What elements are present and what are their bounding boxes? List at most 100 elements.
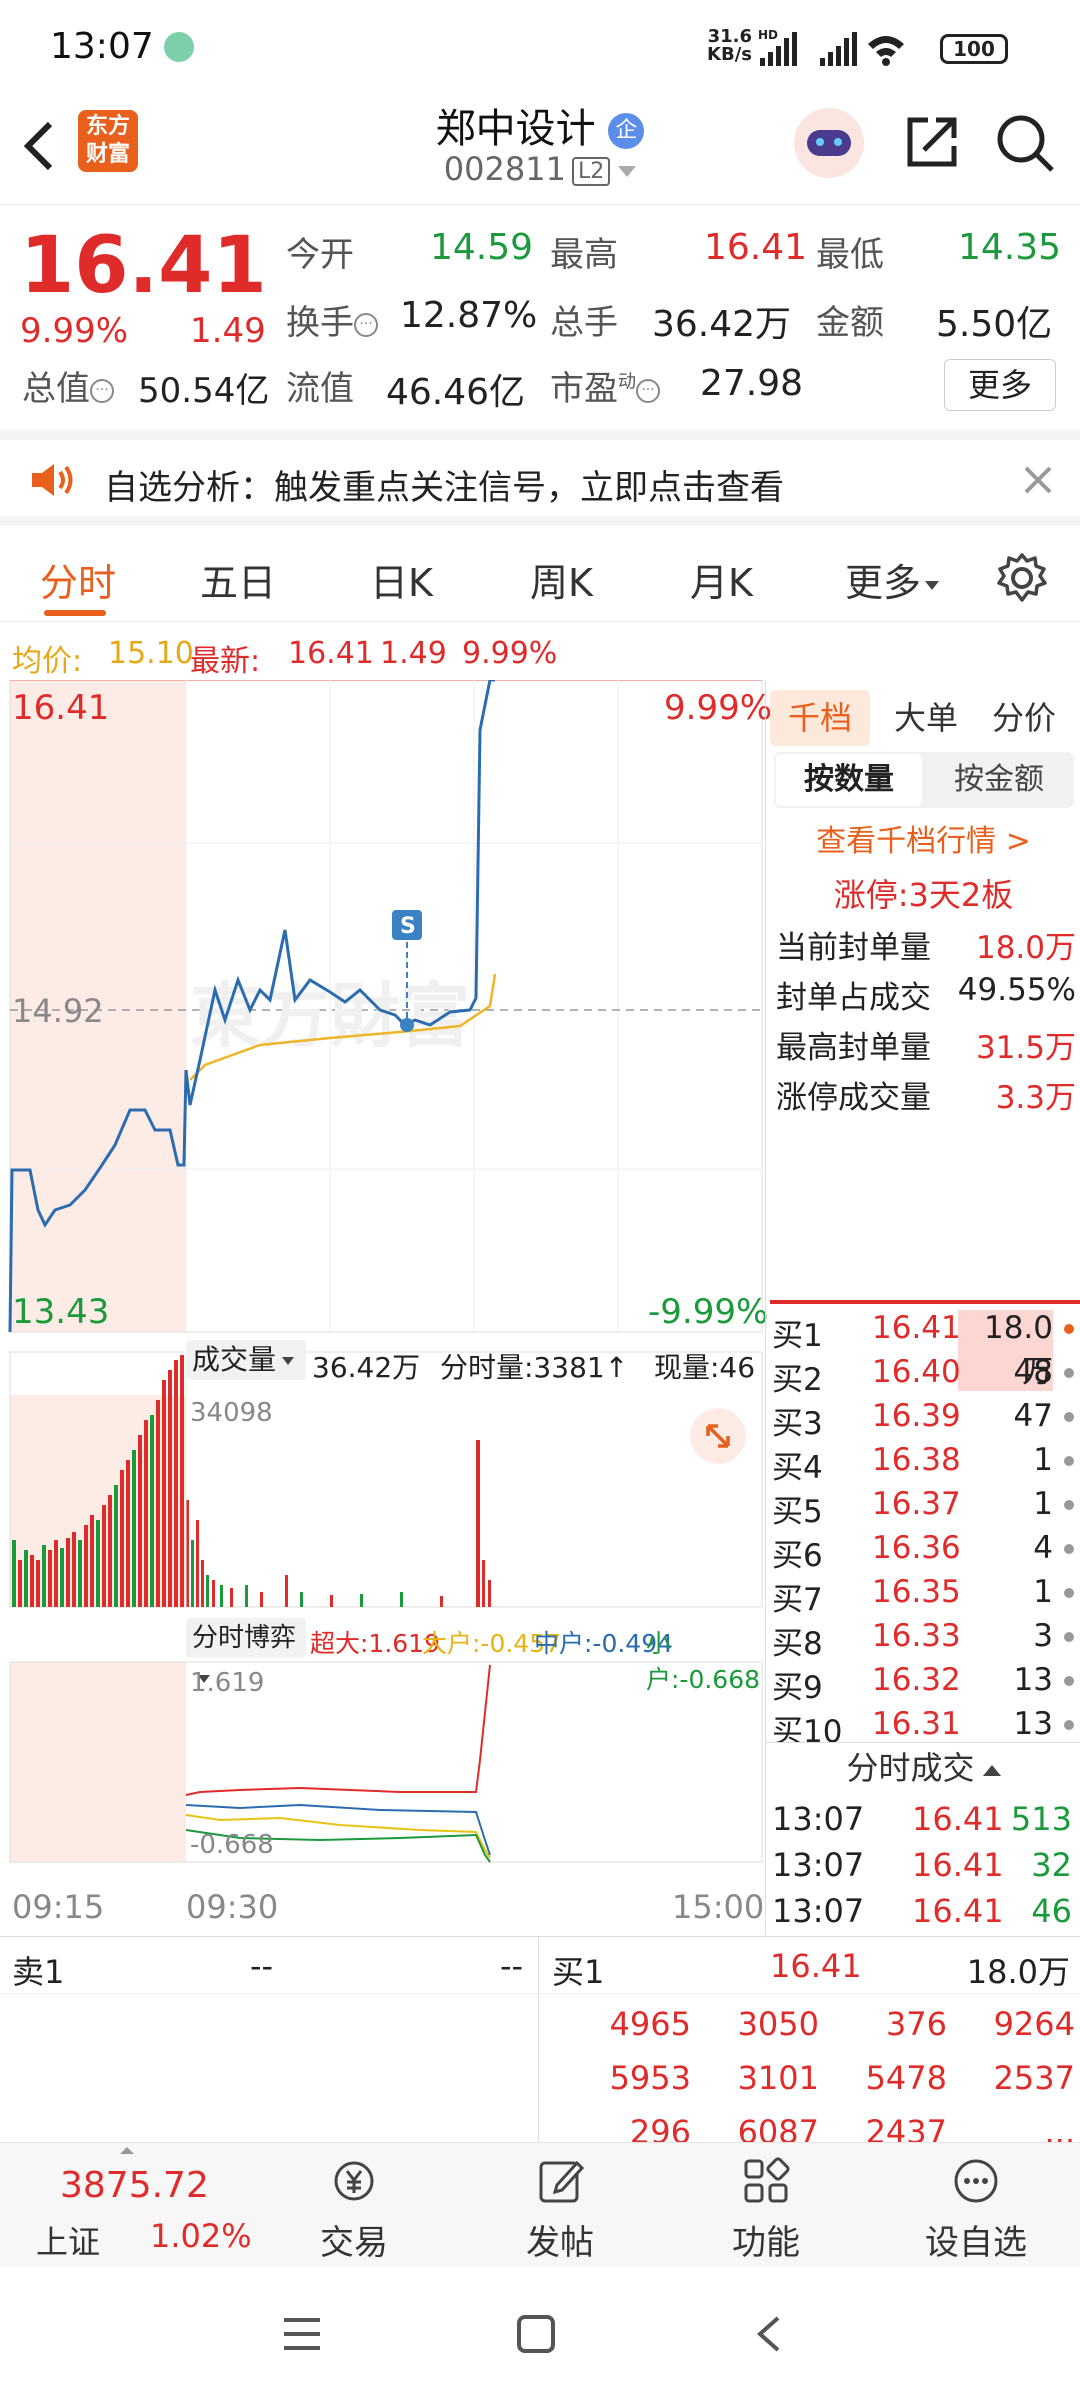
bid-price: 16.38 (872, 1442, 961, 1478)
index-pct: 1.02% (150, 2217, 252, 2255)
signal-s-label: S (400, 914, 416, 939)
intraday-chart[interactable]: 東方財富 S 16.41 14.92 13.43 9.99% -9.99% 成交… (0, 680, 772, 1935)
bid-dot (1064, 1544, 1074, 1554)
queue-cell: 2537 (993, 2059, 1075, 2097)
expand-icon[interactable] (690, 1408, 746, 1464)
orderbook-bids[interactable]: 买1 16.41 18.0万 买2 16.40 48 买3 16.39 47 买4 16.38… (766, 1310, 1080, 1742)
trade-time: 13:07 (772, 1846, 865, 1884)
volume-indicator-label: 成交量 (192, 1343, 277, 1376)
bid-label: 买1 (772, 1318, 823, 1354)
last-label: 最新: (190, 644, 261, 679)
index-name: 上证 (36, 2223, 101, 2261)
stat-label: 当前封单量 (776, 930, 931, 966)
flow-indicator-select[interactable]: 分时博弈 (186, 1618, 306, 1683)
queue-cell: 6087 (737, 2113, 819, 2145)
search-icon[interactable] (994, 112, 1058, 176)
trade-row: 13:07 16.41 513 (772, 1800, 1077, 1844)
stat-row: 涨停成交量 3.3万 (776, 1072, 1076, 1117)
bid-volume: 1 (1033, 1442, 1053, 1478)
settings-gear-icon[interactable] (996, 552, 1048, 604)
pe-label[interactable]: 市盈动 ··· (550, 361, 660, 410)
tab-post[interactable]: 发帖 (470, 2143, 650, 2268)
more-button[interactable]: 更多 (944, 359, 1056, 411)
last-pct: 9.99% (462, 636, 558, 671)
home-square-icon[interactable] (514, 2312, 558, 2356)
amount-value: 5.50亿 (936, 304, 1053, 345)
stock-code: 002811 (443, 150, 566, 188)
low-value: 14.35 (958, 227, 1062, 268)
depth-link[interactable]: 查看千档行情 > (766, 816, 1080, 860)
trades-title[interactable]: 分时成交 (766, 1742, 1080, 1792)
amount-label: 金额 (816, 303, 884, 343)
bid-volume: 13 (1013, 1662, 1053, 1698)
close-icon[interactable] (1020, 462, 1056, 498)
tab-daily-k[interactable]: 日K (370, 552, 433, 607)
sell1-volume: -- (500, 1947, 524, 1985)
volume-indicator-select[interactable]: 成交量 (186, 1340, 306, 1380)
buy1-price: 16.41 (770, 1947, 862, 1985)
queue-cell: 5953 (609, 2059, 691, 2097)
bid-price: 16.36 (872, 1530, 961, 1566)
side-tab-depth[interactable]: 千档 (770, 690, 870, 746)
float-value: 46.46亿 (386, 372, 526, 413)
trade-price: 16.41 (912, 1846, 1004, 1884)
queue-cell: 9264 (993, 2005, 1075, 2043)
info-icon: ··· (90, 378, 114, 403)
info-icon: ··· (354, 312, 378, 337)
edit-icon (539, 2160, 585, 2203)
queue-cell: 296 (629, 2113, 691, 2145)
now-volume-value: 现量:46 (654, 1351, 756, 1384)
bid-volume: 1 (1033, 1574, 1053, 1610)
turnover-label[interactable]: 换手 ··· (286, 295, 378, 344)
stat-row: 当前封单量 18.0万 (776, 922, 1076, 967)
bid-label: 买5 (772, 1494, 823, 1530)
tab-functions-label: 功能 (732, 2223, 800, 2263)
sell1-price: -- (250, 1947, 274, 1985)
queue-divider (538, 1937, 539, 2142)
bid-dot (1064, 1412, 1074, 1422)
subtab-by-quantity[interactable]: 按数量 (776, 754, 922, 806)
stat-value: 3.3万 (995, 1080, 1076, 1116)
tick-volume: 分时量:3381↑ (440, 1351, 629, 1384)
sell1-label: 卖1 (12, 1953, 65, 1991)
tab-five-day[interactable]: 五日 (200, 552, 276, 607)
flow-super: 超大:1.619 (310, 1629, 440, 1658)
enterprise-badge: 企 (608, 113, 645, 149)
trade-volume: 32 (1031, 1846, 1072, 1884)
tab-more[interactable]: 更多 (845, 552, 940, 607)
side-tab-bigorder[interactable]: 大单 (886, 690, 966, 746)
assistant-avatar[interactable] (794, 108, 864, 178)
buy1-volume: 18.0万 (966, 1953, 1070, 1991)
limit-up-label: 涨停: (833, 876, 909, 914)
tab-functions[interactable]: 功能 (676, 2143, 856, 2268)
back-triangle-icon[interactable] (750, 2312, 790, 2356)
signal-icon: HD (758, 28, 904, 66)
last-change: 1.49 (380, 636, 447, 671)
index-ticker[interactable]: 3875.72 上证 1.02% (0, 2143, 260, 2268)
grid-icon (744, 2157, 790, 2203)
active-tab-indicator (44, 610, 106, 616)
high-value: 16.41 (704, 227, 808, 268)
side-tab-price[interactable]: 分价 (984, 690, 1064, 746)
tab-more-label: 更多 (845, 561, 922, 605)
tab-weekly-k[interactable]: 周K (530, 552, 593, 607)
tab-intraday[interactable]: 分时 (40, 552, 116, 607)
share-icon[interactable] (902, 112, 962, 172)
bid-volume: 13 (1013, 1706, 1053, 1742)
chevron-up-icon (982, 1764, 1001, 1776)
bid-volume: 4 (1033, 1530, 1053, 1566)
bid-volume: 48 (1013, 1354, 1053, 1390)
status-time: 13:07 (50, 26, 154, 67)
y-axis-mid: 14.92 (12, 992, 104, 1030)
bid-price: 16.35 (872, 1574, 961, 1610)
tab-trade[interactable]: 交易 (264, 2143, 444, 2268)
bottom-tab-bar: 3875.72 上证 1.02% 交易 发帖 功能 设自选 (0, 2142, 1080, 2267)
alert-banner[interactable]: 自选分析：触发重点关注信号，立即点击查看 (0, 430, 1080, 526)
trade-row: 13:07 16.41 32 (772, 1846, 1077, 1890)
tab-add-watchlist[interactable]: 设自选 (886, 2143, 1066, 2268)
menu-icon[interactable] (280, 2314, 324, 2354)
subtab-by-amount[interactable]: 按金额 (926, 754, 1072, 806)
mktcap-label[interactable]: 总值 ··· (22, 361, 114, 410)
order-queue[interactable]: 卖1 -- -- 买1 16.41 18.0万 4965 3050 376 92… (0, 1936, 1080, 2145)
tab-monthly-k[interactable]: 月K (690, 552, 753, 607)
